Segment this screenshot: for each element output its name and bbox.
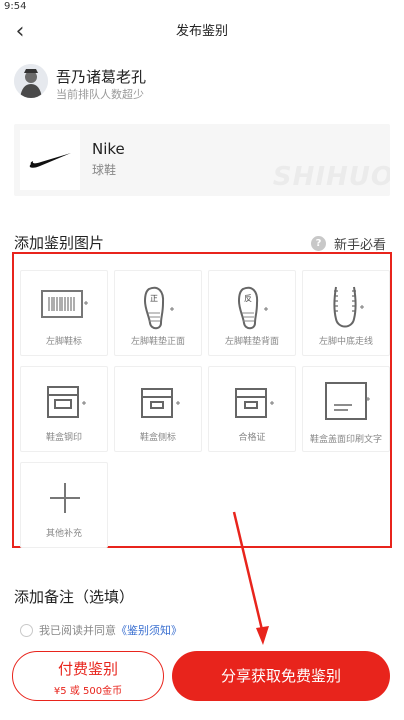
insole-back-icon: 反	[237, 286, 268, 330]
note-section-title[interactable]: 添加备注（选填）	[14, 586, 134, 607]
photo-tile-certificate[interactable]: 合格证	[208, 366, 296, 452]
tile-label: 左脚鞋标	[45, 337, 82, 347]
tile-label: 鞋盒钢印	[45, 433, 82, 443]
agree-text: 我已阅读并同意	[39, 624, 116, 637]
photo-tile-box-side-label[interactable]: 鞋盒侧标	[114, 366, 202, 452]
product-card[interactable]: Nike 球鞋 SHIHUO	[14, 124, 390, 196]
plus-icon	[50, 483, 80, 513]
tile-label: 其他补充	[45, 529, 82, 539]
beginner-guide-link[interactable]: ? 新手必看	[310, 234, 386, 253]
tile-label: 左脚鞋垫背面	[224, 337, 279, 347]
nike-logo	[20, 130, 80, 190]
page-title: 发布鉴别	[175, 24, 228, 39]
barcode-icon	[41, 290, 88, 318]
product-category: 球鞋	[92, 163, 117, 177]
tile-label: 鞋盒盖面印刷文字	[309, 435, 382, 445]
paid-identify-button[interactable]: 付费鉴别 ¥5 或 500金币	[12, 651, 164, 701]
status-bar: 9:54	[0, 0, 404, 14]
agree-radio[interactable]	[20, 623, 33, 637]
user-info: 吾乃诸葛老孔 当前排队人数超少	[14, 64, 374, 104]
nav-bar: ‹ 发布鉴别	[0, 14, 404, 50]
terms-link[interactable]: 《鉴别须知》	[116, 622, 182, 638]
photo-tile-box-lid-text[interactable]: 鞋盒盖面印刷文字	[302, 366, 390, 452]
svg-text:正: 正	[150, 294, 158, 303]
box-side-label-icon	[141, 388, 180, 418]
queue-status: 当前排队人数超少	[56, 88, 144, 101]
paid-identify-label: 付费鉴别	[57, 660, 118, 678]
beginner-guide-label: 新手必看	[333, 238, 386, 253]
photo-tile-midsole-stitch[interactable]: 左脚中底走线	[302, 270, 390, 356]
tile-label: 鞋盒侧标	[139, 433, 176, 443]
box-stamp-icon	[47, 386, 86, 418]
paid-identify-price: ¥5 或 500金币	[53, 686, 123, 697]
svg-text:反: 反	[244, 293, 252, 303]
photo-tile-insole-back[interactable]: 反 左脚鞋垫背面	[208, 270, 296, 356]
tile-label: 左脚中底走线	[318, 337, 373, 347]
avatar	[14, 64, 48, 98]
user-name: 吾乃诸葛老孔	[56, 68, 147, 86]
help-icon: ?	[310, 236, 326, 251]
insole-front-icon: 正	[143, 286, 174, 330]
photo-tile-box-stamp[interactable]: 鞋盒钢印	[20, 366, 108, 452]
tile-label: 合格证	[238, 433, 266, 443]
product-brand: Nike	[92, 140, 125, 158]
box-lid-text-icon	[325, 382, 370, 420]
watermark: SHIHUO	[272, 162, 390, 192]
midsole-stitch-icon	[333, 286, 364, 328]
photo-tile-other[interactable]: 其他补充	[20, 462, 108, 548]
share-free-identify-button[interactable]: 分享获取免费鉴别	[172, 651, 390, 701]
photo-tile-insole-front[interactable]: 正 左脚鞋垫正面	[114, 270, 202, 356]
photo-grid: 左脚鞋标 正 左脚鞋垫正面 反 左脚鞋垫背面 左脚中底走线 鞋盒钢印 鞋盒侧标 …	[12, 252, 392, 548]
photos-section-title: 添加鉴别图片	[14, 234, 105, 252]
status-time: 9:54	[4, 1, 27, 12]
photo-tile-left-shoe-label[interactable]: 左脚鞋标	[20, 270, 108, 356]
certificate-icon	[235, 388, 274, 418]
agreement-row[interactable]: 我已阅读并同意 《鉴别须知》	[20, 622, 182, 638]
tile-label: 左脚鞋垫正面	[130, 337, 185, 347]
